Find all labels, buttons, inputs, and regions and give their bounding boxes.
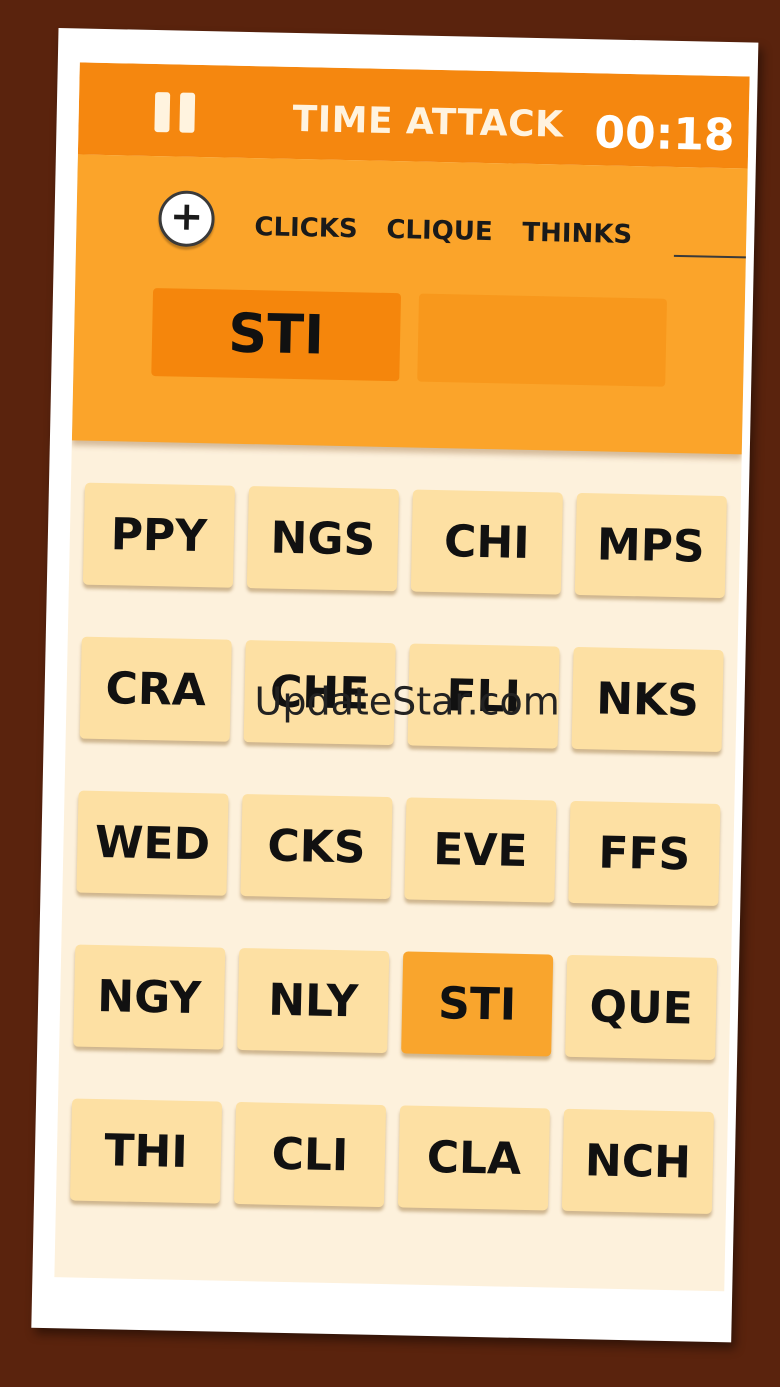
letter-tile[interactable]: CKS [240,794,393,900]
tile-grid: PPY NGS CHI MPS CRA CHE FLI NKS WED CKS … [69,482,727,1214]
current-word-slot[interactable]: STI [151,288,402,382]
game-screen: TIME ATTACK 00:18 + CLICKS CLIQUE THINKS… [54,62,750,1292]
pause-bar-right [179,92,196,133]
letter-tile[interactable]: THI [69,1098,223,1204]
game-mode-title: TIME ATTACK [292,98,564,146]
letter-tile[interactable]: CRA [79,636,232,742]
letter-tile[interactable]: CHI [410,489,563,595]
letter-tile[interactable]: STI [401,951,554,1057]
pause-icon[interactable] [154,92,199,137]
letter-tile[interactable]: WED [76,790,229,896]
top-bar: TIME ATTACK 00:18 [77,62,750,169]
timer: 00:18 [593,107,736,162]
letter-tile[interactable]: NGS [246,486,399,592]
letter-tile[interactable]: FFS [568,800,721,906]
pause-bar-left [154,92,171,133]
watermark: UpdateStar.com [254,679,560,724]
letter-tile[interactable]: CLI [233,1101,387,1208]
letter-tile[interactable]: NGY [73,944,226,1050]
next-word-blank [673,254,750,259]
letter-tile[interactable]: QUE [565,954,718,1060]
letter-tile[interactable]: NKS [571,646,724,753]
current-word-slot-text: STI [227,301,325,367]
phone-frame: TIME ATTACK 00:18 + CLICKS CLIQUE THINKS… [31,27,759,1343]
letter-tile[interactable]: PPY [82,482,235,588]
plus-icon[interactable]: + [157,190,216,248]
letter-tile[interactable]: NLY [237,947,390,1054]
letter-tile[interactable]: EVE [404,797,557,903]
current-word-slot[interactable] [417,293,667,387]
letter-tile[interactable]: NCH [561,1108,714,1214]
word-panel: + CLICKS CLIQUE THINKS STI [71,154,750,455]
letter-tile[interactable]: MPS [574,492,727,599]
found-word: THINKS [522,217,633,251]
letter-tile[interactable]: CLA [397,1105,551,1211]
current-word-slot-text [419,294,667,299]
found-word: CLICKS [254,212,358,245]
found-word: CLIQUE [386,214,493,248]
